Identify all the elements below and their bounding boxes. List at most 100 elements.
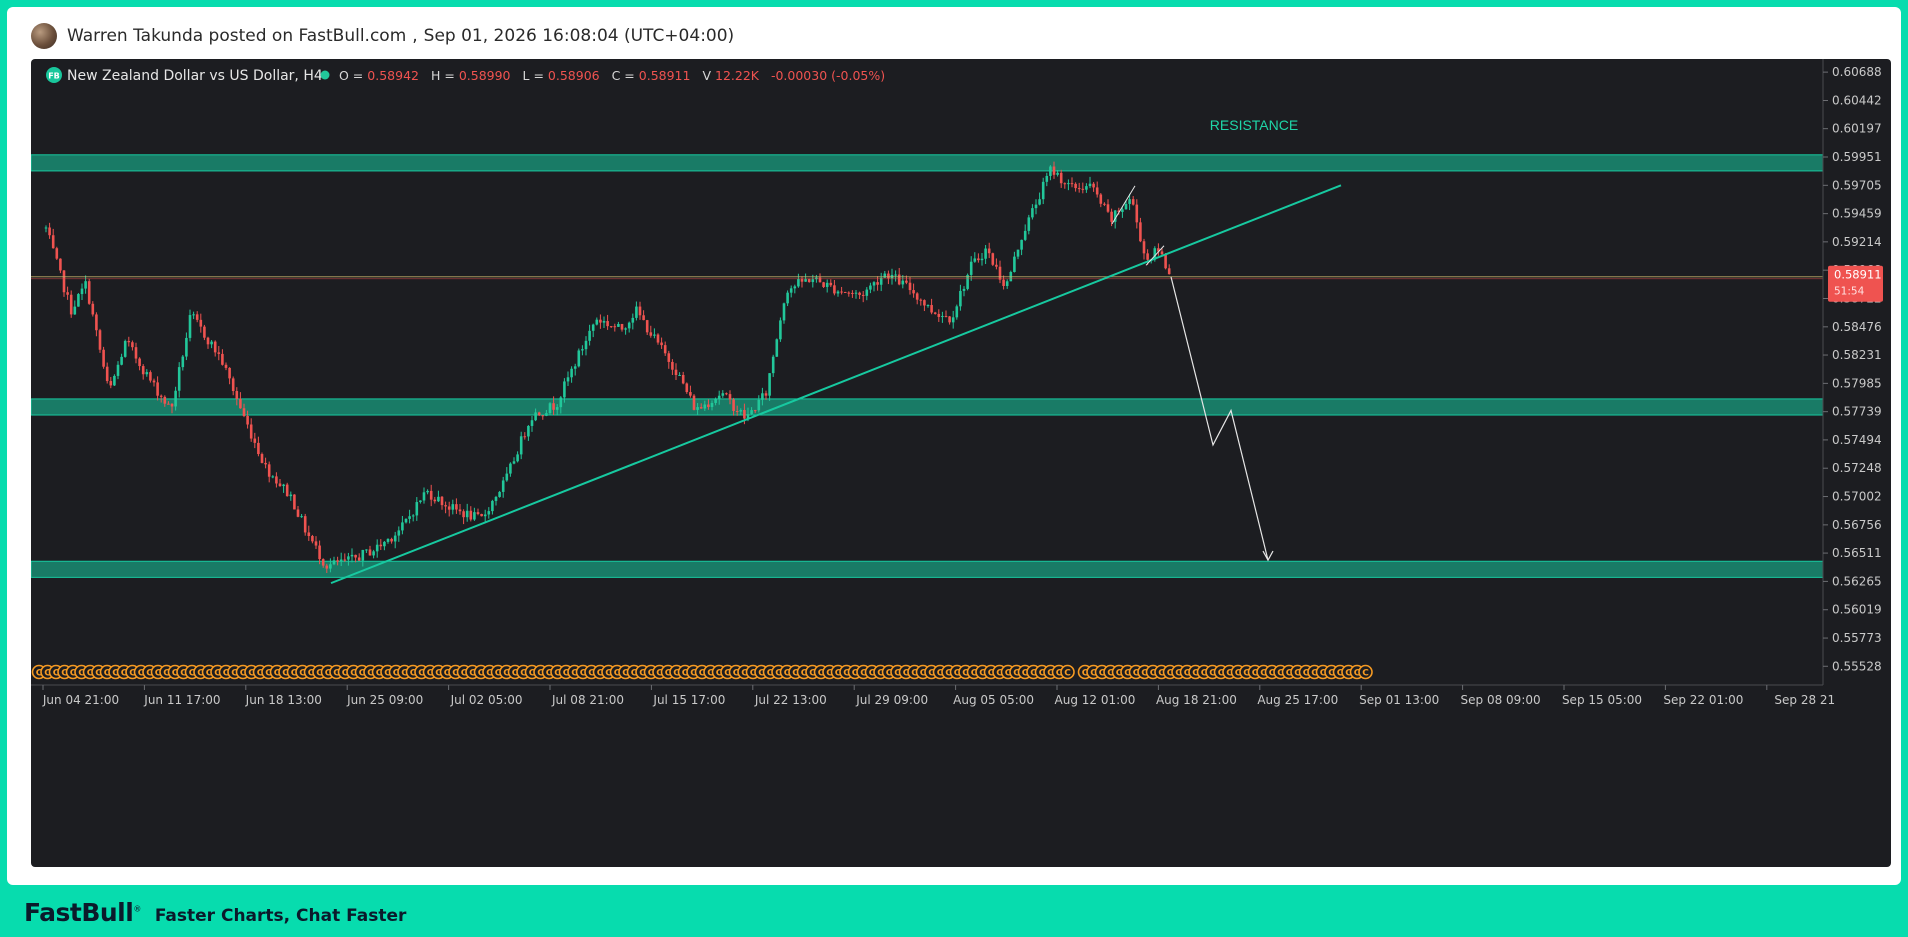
price-tick-label: 0.57002 — [1832, 490, 1882, 504]
candle-down — [138, 358, 141, 367]
event-markers[interactable]: CCCCCCCCCCCCCCCCCCCCCCCCCCCCCCCCCCCCCCCC… — [31, 664, 1373, 680]
resistance-annotation[interactable]: RESISTANCE — [1210, 117, 1298, 133]
candle-up — [408, 516, 411, 519]
zigzag-drawing[interactable] — [1111, 185, 1136, 225]
candle-down — [609, 326, 613, 328]
candle-down — [314, 541, 318, 546]
low-label: L = — [523, 68, 544, 83]
candle-down — [1135, 204, 1139, 223]
candle-up — [372, 551, 375, 556]
zone-rect[interactable] — [31, 154, 1824, 172]
candle-down — [948, 316, 951, 323]
candle-up — [375, 544, 379, 552]
drawings[interactable] — [31, 184, 1823, 585]
candle-up — [1020, 239, 1023, 250]
candle-down — [1092, 183, 1095, 188]
brand-logo[interactable]: FastBull® — [24, 898, 141, 927]
open-value: 0.58942 — [367, 68, 419, 83]
candle-down — [62, 270, 66, 293]
candle-up — [1128, 199, 1131, 204]
candle-up — [739, 409, 743, 412]
candle-up — [465, 510, 469, 518]
legend-symbol[interactable]: New Zealand Dollar vs US Dollar, H4 — [67, 68, 323, 84]
brand-name: FastBull — [24, 898, 134, 927]
candle-down — [707, 404, 710, 407]
time-tick-label: Jun 11 17:00 — [143, 693, 220, 707]
candle-down — [257, 442, 260, 455]
candle-up — [973, 258, 977, 262]
candle-down — [822, 282, 825, 287]
last-price-tag[interactable]: 0.58911 51:54 — [1828, 265, 1883, 302]
candle-down — [98, 330, 102, 350]
candle-up — [969, 261, 973, 275]
time-tick-label: Jul 08 21:00 — [551, 693, 624, 707]
brand-tagline: Faster Charts, Chat Faster — [154, 906, 407, 926]
candle-down — [692, 395, 696, 410]
candle-up — [120, 356, 123, 365]
projection-path[interactable] — [1170, 276, 1269, 561]
candle-down — [206, 337, 210, 345]
candle-down — [307, 532, 311, 537]
candle-down — [599, 319, 602, 323]
candle-up — [494, 496, 498, 501]
candle-down — [336, 560, 339, 562]
candle-down — [613, 326, 617, 328]
candle-down — [858, 292, 861, 295]
zone-rect[interactable] — [31, 398, 1824, 416]
time-tick-label: Aug 18 21:00 — [1156, 693, 1237, 707]
candle-up — [570, 368, 573, 378]
candle-up — [177, 367, 181, 391]
candle-up — [505, 473, 509, 481]
candle-up — [44, 227, 48, 229]
candle-up — [282, 484, 285, 487]
price-tick-label: 0.59459 — [1832, 207, 1882, 221]
candle-down — [429, 490, 433, 500]
candle-down — [1106, 204, 1110, 212]
candle-up — [563, 381, 566, 398]
legend-ohlc: O = 0.58942 H = 0.58990 L = 0.58906 C = … — [339, 68, 885, 83]
candle-down — [1074, 183, 1077, 189]
candle-up — [797, 279, 800, 287]
candle-down — [105, 366, 109, 382]
candle-up — [1067, 183, 1070, 185]
candle-up — [555, 407, 559, 410]
candle-up — [84, 281, 87, 289]
candle-up — [1013, 256, 1016, 272]
candle-down — [368, 549, 372, 556]
post-author[interactable]: Warren Takunda posted on FastBull.com — [67, 26, 406, 46]
zone-rect[interactable] — [31, 560, 1824, 578]
candle-up — [901, 280, 905, 285]
candle-up — [1124, 203, 1128, 210]
candle-up — [527, 425, 530, 437]
candle-up — [872, 282, 876, 286]
candle-up — [339, 559, 343, 562]
support-resistance-zones[interactable] — [31, 154, 1824, 578]
price-axis[interactable]: 0.60688 0.60442 0.60197 0.59951 0.59705 0.594… — [1822, 59, 1882, 685]
candle-down — [458, 509, 462, 512]
candle-down — [235, 391, 239, 399]
candle-up — [383, 541, 386, 547]
candle-up — [1016, 249, 1020, 257]
candle-up — [332, 560, 336, 565]
candle-up — [721, 393, 725, 396]
candle-up — [869, 285, 872, 290]
avatar[interactable] — [31, 23, 57, 49]
candle-down — [303, 516, 307, 533]
change-value: -0.00030 (-0.05%) — [771, 68, 885, 83]
price-chart[interactable]: CCCCCCCCCCCCCCCCCCCCCCCCCCCCCCCCCCCCCCCC… — [31, 59, 1891, 867]
candle-up — [757, 399, 761, 411]
chart-canvas[interactable]: CCCCCCCCCCCCCCCCCCCCCCCCCCCCCCCCCCCCCCCC… — [31, 59, 1891, 867]
candle-down — [66, 292, 69, 295]
candle-up — [530, 420, 534, 426]
trendline[interactable] — [330, 184, 1342, 585]
candle-down — [321, 559, 325, 566]
candle-up — [80, 288, 84, 295]
event-marker-glyph: C — [1362, 669, 1369, 679]
price-tick-label: 0.57248 — [1832, 461, 1882, 475]
candle-up — [501, 480, 505, 492]
candle-down — [311, 536, 314, 542]
candle-down — [444, 505, 447, 507]
candle-down — [728, 394, 732, 400]
time-axis[interactable]: Jun 04 21:00 Jun 11 17:00 Jun 18 13:00 Jun … — [31, 684, 1835, 707]
candle-up — [437, 496, 440, 502]
